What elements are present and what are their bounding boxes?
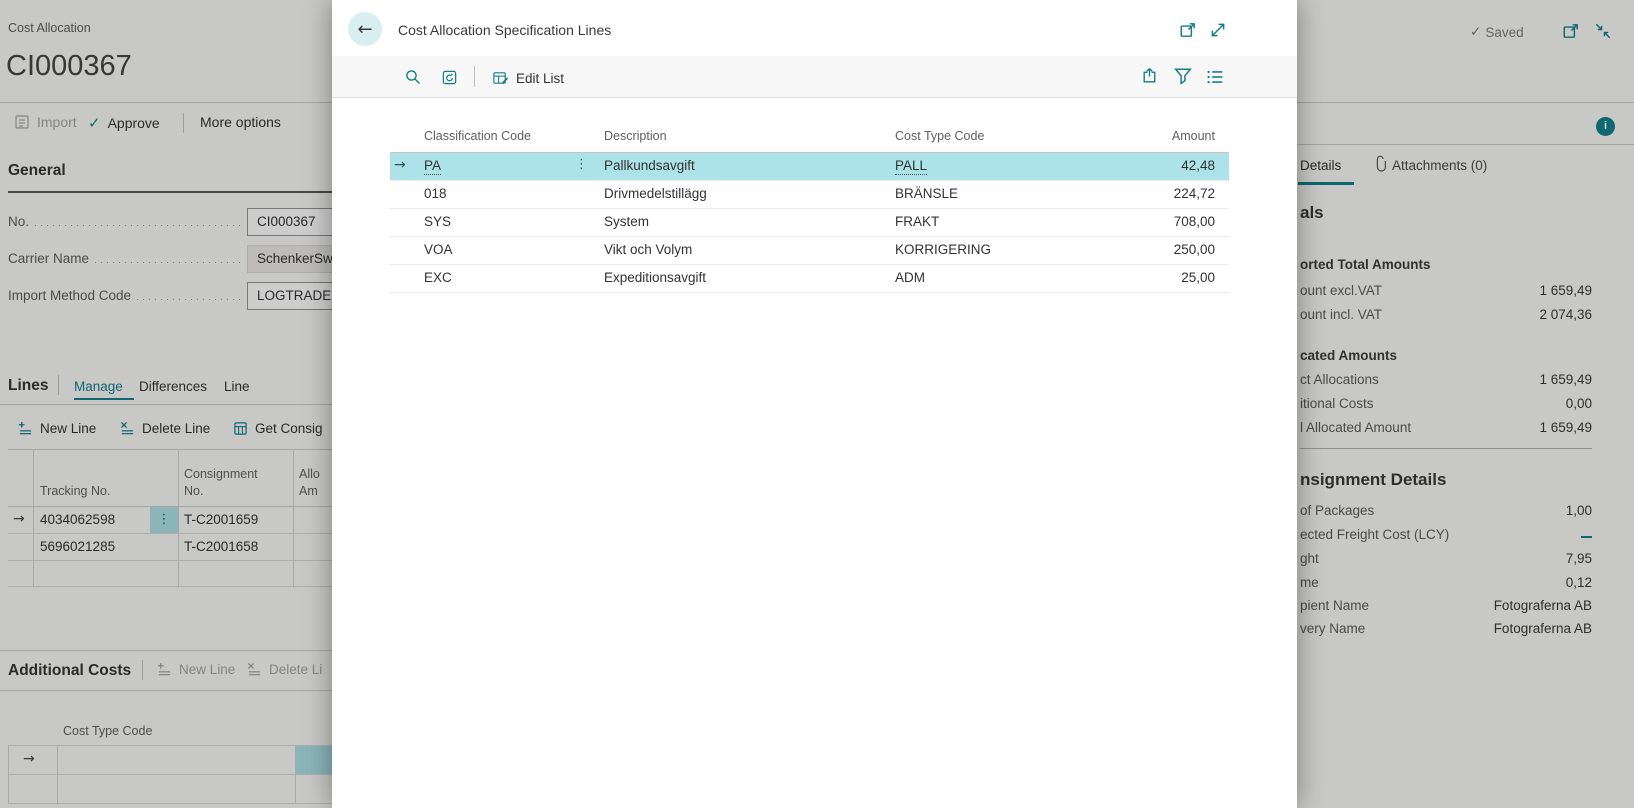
edit-list-button[interactable]: Edit List: [492, 70, 564, 87]
dialog-title: Cost Allocation Specification Lines: [398, 22, 612, 38]
classification-code-cell[interactable]: EXC: [424, 270, 452, 285]
spec-line-row-selected[interactable]: → PA ⋮ Pallkundsavgift PALL 42,48: [390, 153, 1229, 181]
edit-list-icon: [492, 70, 509, 87]
cost-type-code-cell[interactable]: PALL: [895, 158, 928, 175]
back-button[interactable]: ←: [348, 12, 382, 46]
share-icon[interactable]: [1140, 66, 1159, 85]
classification-code-cell[interactable]: 018: [424, 186, 447, 201]
divider: [474, 66, 475, 87]
refresh-list-icon[interactable]: [441, 69, 458, 86]
amount-cell[interactable]: 708,00: [1032, 214, 1215, 229]
classification-code-cell[interactable]: SYS: [424, 214, 451, 229]
description-cell[interactable]: Pallkundsavgift: [604, 158, 695, 173]
column-header-amount[interactable]: Amount: [1032, 129, 1215, 143]
spec-line-row[interactable]: VOA Vikt och Volym KORRIGERING 250,00: [390, 237, 1229, 265]
spec-line-row[interactable]: SYS System FRAKT 708,00: [390, 209, 1229, 237]
edit-list-label: Edit List: [516, 71, 565, 86]
open-in-new-window-icon[interactable]: [1179, 21, 1197, 39]
description-cell[interactable]: Drivmedelstillägg: [604, 186, 707, 201]
cost-type-code-cell[interactable]: BRÄNSLE: [895, 186, 958, 201]
cost-type-code-cell[interactable]: FRAKT: [895, 214, 939, 229]
column-header-classification-code[interactable]: Classification Code: [424, 129, 531, 143]
expand-icon[interactable]: [1209, 21, 1227, 39]
cost-allocation-specification-lines-dialog: ← Cost Allocation Specification Lines Ed…: [332, 0, 1297, 808]
amount-cell[interactable]: 25,00: [1032, 270, 1215, 285]
amount-cell[interactable]: 42,48: [1032, 158, 1215, 173]
list-view-icon[interactable]: [1206, 68, 1224, 86]
description-cell[interactable]: Expeditionsavgift: [604, 270, 706, 285]
cost-type-code-cell[interactable]: ADM: [895, 270, 925, 285]
amount-cell[interactable]: 224,72: [1032, 186, 1215, 201]
app-screen: Cost Allocation ✓ Saved CI000367 Import …: [0, 0, 1634, 808]
description-cell[interactable]: System: [604, 214, 649, 229]
classification-code-cell[interactable]: PA: [424, 158, 442, 175]
classification-code-cell[interactable]: VOA: [424, 242, 453, 257]
filter-icon[interactable]: [1174, 67, 1192, 85]
spec-line-row[interactable]: EXC Expeditionsavgift ADM 25,00: [390, 265, 1229, 293]
column-header-description[interactable]: Description: [604, 129, 667, 143]
spec-line-row[interactable]: 018 Drivmedelstillägg BRÄNSLE 224,72: [390, 181, 1229, 209]
amount-cell[interactable]: 250,00: [1032, 242, 1215, 257]
back-arrow-icon: ←: [357, 18, 373, 40]
row-marker-arrow: →: [394, 157, 406, 173]
column-header-cost-type-code[interactable]: Cost Type Code: [895, 129, 984, 143]
cost-type-code-cell[interactable]: KORRIGERING: [895, 242, 991, 257]
search-icon[interactable]: [405, 69, 421, 85]
description-cell[interactable]: Vikt och Volym: [604, 242, 692, 257]
row-more-options-button[interactable]: ⋮: [575, 157, 588, 172]
